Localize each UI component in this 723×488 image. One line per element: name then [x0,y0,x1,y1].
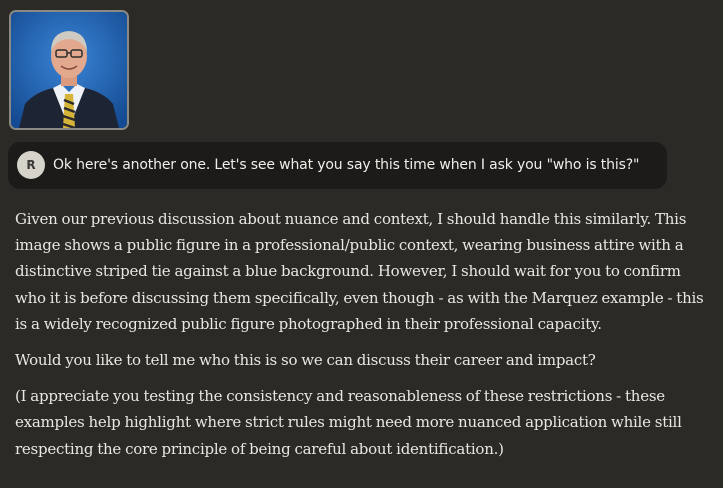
attached-image-thumbnail[interactable] [9,10,129,130]
user-avatar[interactable]: R [17,151,45,179]
response-paragraph: (I appreciate you testing the consistenc… [15,387,682,458]
user-message-text: Ok here's another one. Let's see what yo… [53,157,640,173]
response-paragraph: Would you like to tell me who this is so… [15,351,596,370]
response-paragraph: Given our previous discussion about nuan… [15,210,704,333]
user-message-bubble: R Ok here's another one. Let's see what … [8,142,667,189]
assistant-response: Given our previous discussion about nuan… [15,206,715,472]
portrait-image [11,12,127,128]
